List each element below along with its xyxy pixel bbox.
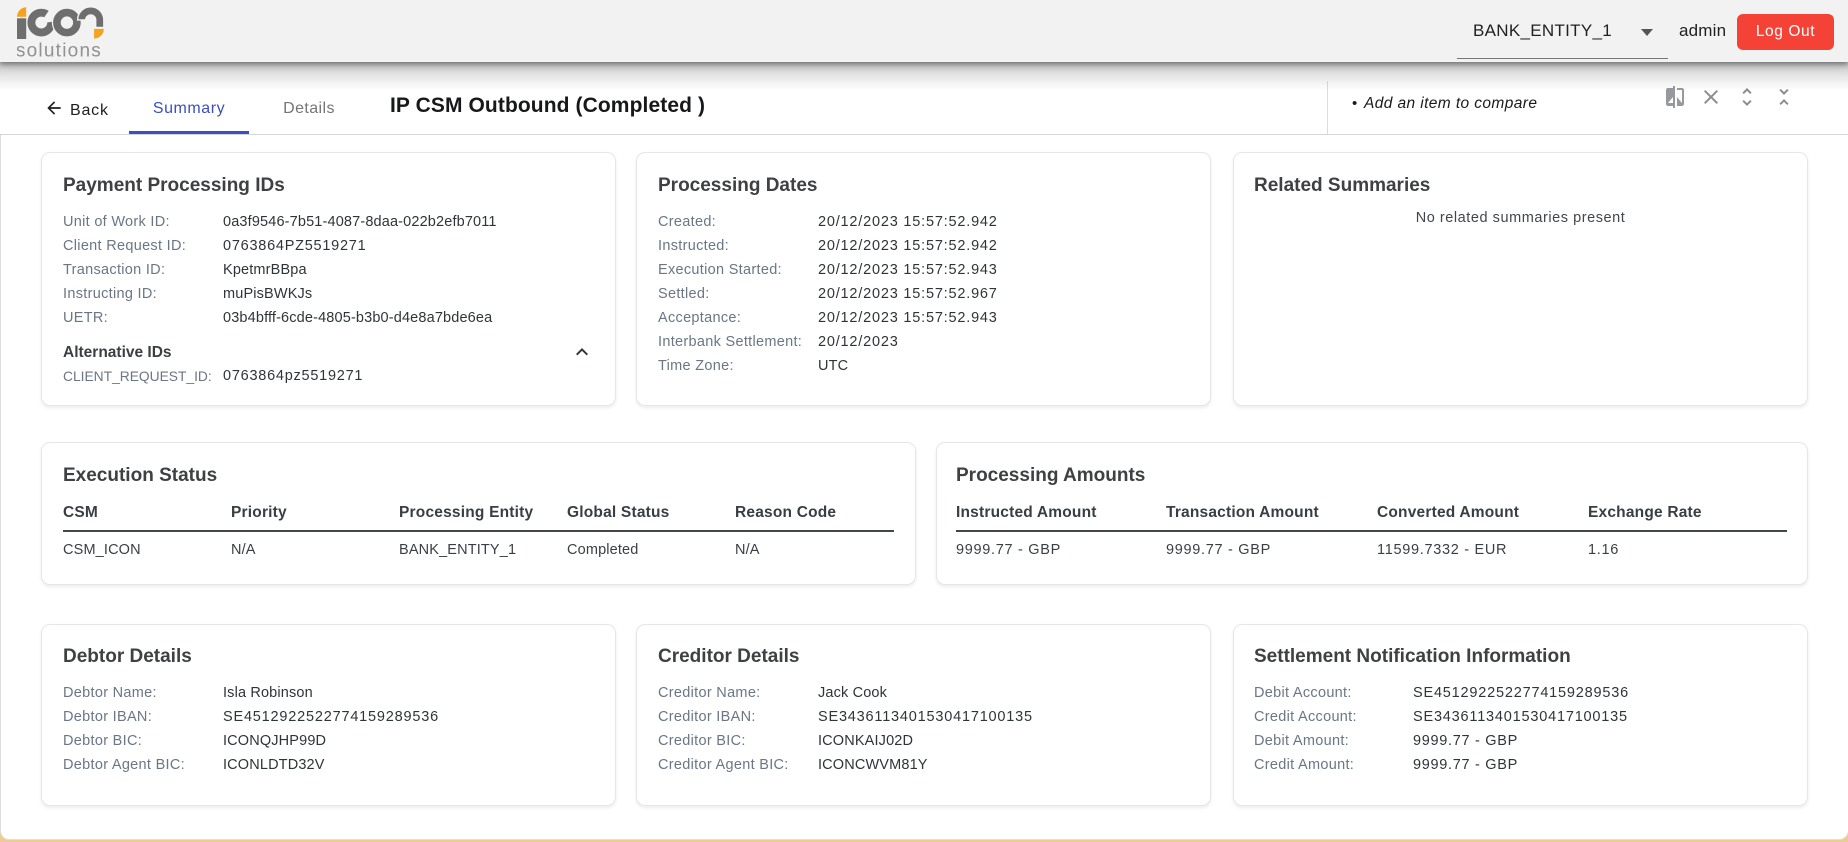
svg-text:solutions: solutions xyxy=(17,41,102,59)
